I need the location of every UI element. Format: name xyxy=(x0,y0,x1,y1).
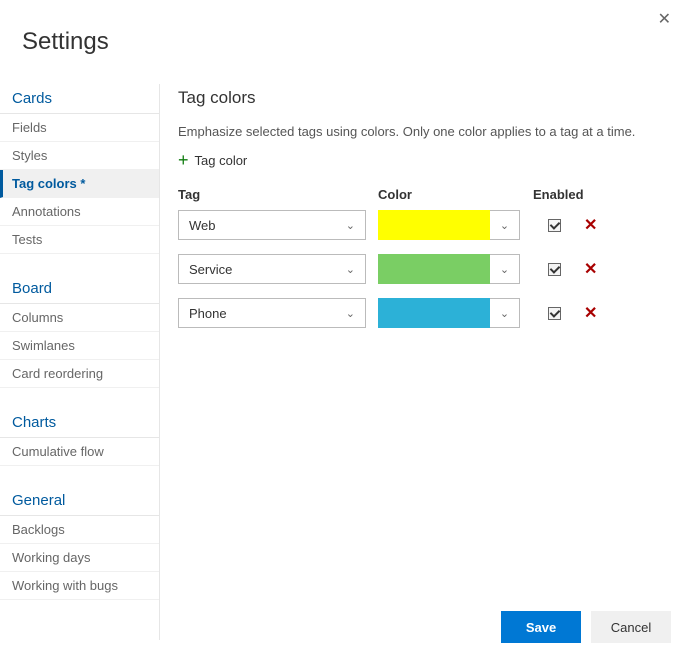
sidebar-item-working-days[interactable]: Working days xyxy=(0,544,159,572)
main-title: Tag colors xyxy=(178,84,667,124)
sidebar-section-charts[interactable]: Charts xyxy=(0,408,159,438)
delete-row-button[interactable]: ✕ xyxy=(584,303,597,323)
enabled-checkbox[interactable] xyxy=(548,263,561,276)
tag-select[interactable]: Web ⌄ xyxy=(178,210,366,240)
col-header-enabled: Enabled xyxy=(533,187,603,202)
main-panel: Tag colors Emphasize selected tags using… xyxy=(160,84,691,640)
tag-select-value: Service xyxy=(189,262,232,277)
sidebar-item-tag-colors[interactable]: Tag colors * xyxy=(0,170,159,198)
sidebar-item-annotations[interactable]: Annotations xyxy=(0,198,159,226)
col-header-tag: Tag xyxy=(178,187,378,202)
add-tag-color-label: Tag color xyxy=(195,153,248,168)
footer: Save Cancel xyxy=(501,611,671,643)
sidebar-item-fields[interactable]: Fields xyxy=(0,114,159,142)
sidebar-item-cumulative-flow[interactable]: Cumulative flow xyxy=(0,438,159,466)
tag-color-row: Service ⌄ ⌄ ✕ xyxy=(178,254,667,284)
tag-select[interactable]: Service ⌄ xyxy=(178,254,366,284)
save-button[interactable]: Save xyxy=(501,611,581,643)
color-swatch[interactable] xyxy=(378,210,490,240)
add-tag-color-button[interactable]: + Tag color xyxy=(178,151,247,169)
delete-row-button[interactable]: ✕ xyxy=(584,215,597,235)
chevron-down-icon: ⌄ xyxy=(346,263,355,276)
sidebar-item-columns[interactable]: Columns xyxy=(0,304,159,332)
tag-color-row: Phone ⌄ ⌄ ✕ xyxy=(178,298,667,328)
main-description: Emphasize selected tags using colors. On… xyxy=(178,124,667,139)
chevron-down-icon: ⌄ xyxy=(346,219,355,232)
tag-select-value: Web xyxy=(189,218,216,233)
col-header-color: Color xyxy=(378,187,533,202)
chevron-down-icon: ⌄ xyxy=(500,307,509,320)
color-swatch[interactable] xyxy=(378,298,490,328)
chevron-down-icon: ⌄ xyxy=(346,307,355,320)
color-dropdown[interactable]: ⌄ xyxy=(490,254,520,284)
color-dropdown[interactable]: ⌄ xyxy=(490,210,520,240)
close-icon[interactable]: ✕ xyxy=(658,12,671,28)
close-icon: ✕ xyxy=(584,303,597,323)
page-title: Settings xyxy=(0,0,691,84)
chevron-down-icon: ⌄ xyxy=(500,263,509,276)
color-swatch[interactable] xyxy=(378,254,490,284)
sidebar-section-cards[interactable]: Cards xyxy=(0,84,159,114)
sidebar-item-swimlanes[interactable]: Swimlanes xyxy=(0,332,159,360)
tag-color-row: Web ⌄ ⌄ ✕ xyxy=(178,210,667,240)
enabled-checkbox[interactable] xyxy=(548,219,561,232)
sidebar-section-general[interactable]: General xyxy=(0,486,159,516)
sidebar: Cards Fields Styles Tag colors * Annotat… xyxy=(0,84,160,640)
cancel-button[interactable]: Cancel xyxy=(591,611,671,643)
tag-select[interactable]: Phone ⌄ xyxy=(178,298,366,328)
grid-header: Tag Color Enabled xyxy=(178,187,667,210)
sidebar-item-tests[interactable]: Tests xyxy=(0,226,159,254)
delete-row-button[interactable]: ✕ xyxy=(584,259,597,279)
close-icon: ✕ xyxy=(584,215,597,235)
enabled-checkbox[interactable] xyxy=(548,307,561,320)
color-dropdown[interactable]: ⌄ xyxy=(490,298,520,328)
sidebar-item-backlogs[interactable]: Backlogs xyxy=(0,516,159,544)
sidebar-item-card-reordering[interactable]: Card reordering xyxy=(0,360,159,388)
close-icon: ✕ xyxy=(584,259,597,279)
sidebar-item-working-with-bugs[interactable]: Working with bugs xyxy=(0,572,159,600)
sidebar-section-board[interactable]: Board xyxy=(0,274,159,304)
chevron-down-icon: ⌄ xyxy=(500,219,509,232)
plus-icon: + xyxy=(178,151,189,169)
sidebar-item-styles[interactable]: Styles xyxy=(0,142,159,170)
tag-select-value: Phone xyxy=(189,306,227,321)
